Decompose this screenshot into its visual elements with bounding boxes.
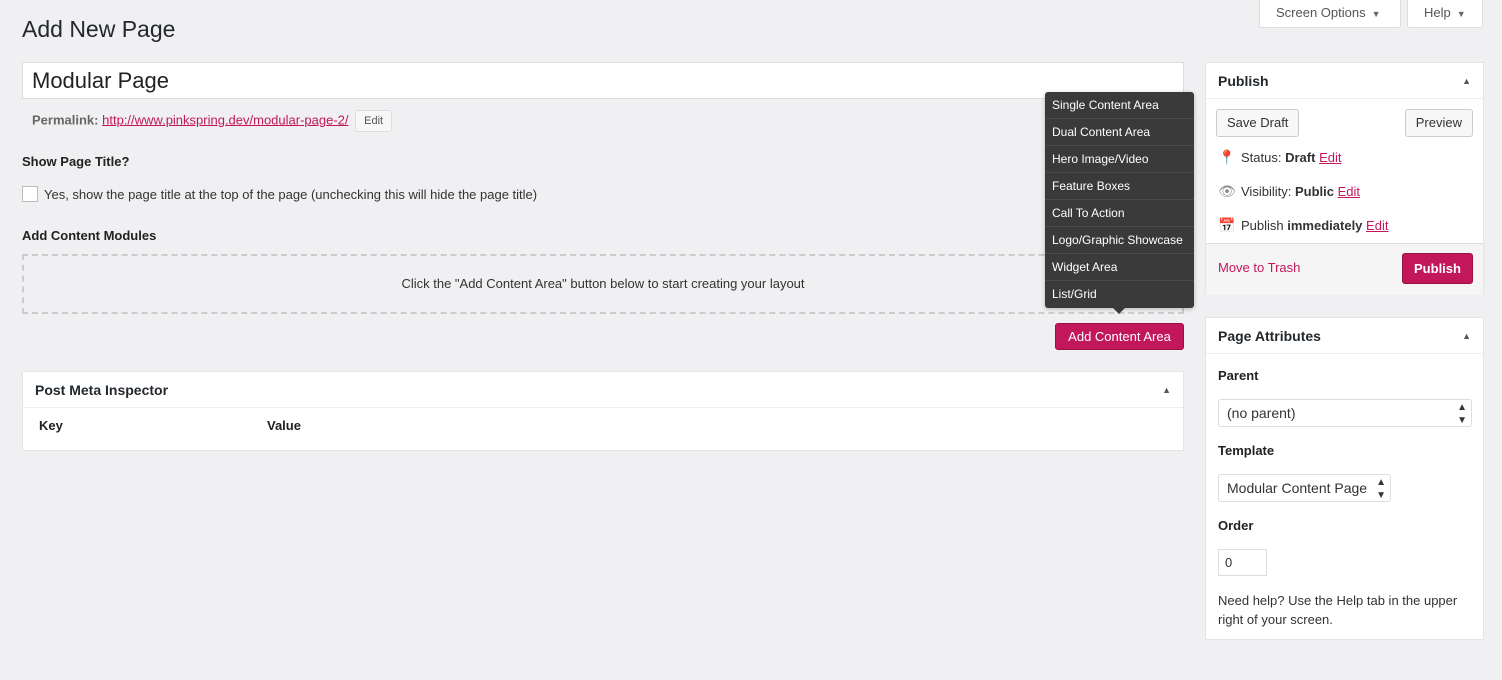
publish-title: Publish (1218, 73, 1269, 89)
order-label: Order (1218, 518, 1254, 533)
post-meta-inspector-box: Post Meta Inspector ▲ Key Value (22, 371, 1184, 451)
post-meta-inspector-title: Post Meta Inspector (35, 382, 169, 398)
collapse-toggle-icon[interactable]: ▲ (1162, 372, 1171, 408)
help-tab[interactable]: Help ▼ (1407, 0, 1483, 28)
status-value: Draft (1285, 150, 1316, 165)
publish-actions: Move to Trash Publish (1206, 243, 1483, 295)
visibility-label: Visibility: (1241, 184, 1292, 199)
calendar-icon: 📅 (1218, 217, 1236, 233)
schedule-label: Publish (1241, 218, 1284, 233)
menu-item-hero-image-video[interactable]: Hero Image/Video (1045, 146, 1194, 173)
help-label: Help (1424, 5, 1451, 20)
show-title-checkbox[interactable] (22, 186, 38, 202)
permalink-row: Permalink: http://www.pinkspring.dev/mod… (32, 110, 393, 132)
add-content-area-button[interactable]: Add Content Area (1055, 323, 1184, 350)
save-draft-button[interactable]: Save Draft (1216, 109, 1300, 137)
permalink-edit-button[interactable]: Edit (355, 110, 393, 132)
publish-box: Publish ▲ Save Draft Preview 📍 Status: D… (1205, 62, 1484, 295)
content-area-menu: Single Content Area Dual Content Area He… (1045, 92, 1194, 308)
meta-col-key: Key (39, 418, 63, 433)
parent-select-value: (no parent) (1227, 405, 1296, 421)
menu-pointer-arrow (1113, 308, 1125, 314)
show-title-row: Yes, show the page title at the top of t… (22, 186, 537, 202)
publish-button[interactable]: Publish (1402, 253, 1473, 284)
page-attributes-header[interactable]: Page Attributes ▲ (1206, 318, 1483, 354)
post-meta-inspector-header[interactable]: Post Meta Inspector ▲ (23, 372, 1183, 408)
pin-icon: 📍 (1218, 149, 1236, 165)
page-attributes-title: Page Attributes (1218, 328, 1321, 344)
menu-item-logo-graphic-showcase[interactable]: Logo/Graphic Showcase (1045, 227, 1194, 254)
menu-item-feature-boxes[interactable]: Feature Boxes (1045, 173, 1194, 200)
screen-options-tab[interactable]: Screen Options ▼ (1259, 0, 1401, 28)
status-edit-link[interactable]: Edit (1319, 150, 1341, 165)
select-arrows-icon: ▲ ▼ (1457, 402, 1467, 426)
menu-item-single-content-area[interactable]: Single Content Area (1045, 92, 1194, 119)
menu-item-dual-content-area[interactable]: Dual Content Area (1045, 119, 1194, 146)
visibility-value: Public (1294, 184, 1334, 199)
menu-item-call-to-action[interactable]: Call To Action (1045, 200, 1194, 227)
menu-item-widget-area[interactable]: Widget Area (1045, 254, 1194, 281)
template-select[interactable]: Modular Content Page ▲ ▼ (1218, 474, 1391, 502)
page-title: Add New Page (22, 16, 176, 42)
permalink-url[interactable]: http://www.pinkspring.dev/modular-page-2… (102, 112, 348, 127)
show-title-heading: Show Page Title? (22, 154, 130, 169)
status-row: 📍 Status: Draft Edit (1218, 149, 1341, 166)
schedule-value: immediately (1287, 218, 1363, 233)
schedule-row: 📅 Publish immediately Edit (1218, 217, 1388, 234)
collapse-toggle-icon[interactable]: ▲ (1462, 63, 1471, 99)
visibility-row: 👁 Visibility: Public Edit (1218, 183, 1360, 200)
collapse-toggle-icon[interactable]: ▲ (1462, 318, 1471, 354)
status-label: Status: (1241, 150, 1282, 165)
eye-icon: 👁 (1218, 183, 1236, 199)
template-label: Template (1218, 443, 1275, 458)
title-input[interactable]: Modular Page (22, 62, 1184, 99)
caret-down-icon: ▼ (1371, 9, 1381, 19)
order-input[interactable]: 0 (1218, 549, 1267, 576)
caret-down-icon: ▼ (1456, 9, 1466, 19)
select-arrows-icon: ▲ ▼ (1376, 477, 1386, 501)
modules-heading: Add Content Modules (22, 228, 157, 243)
meta-col-value: Value (267, 418, 301, 433)
modules-placeholder: Click the "Add Content Area" button belo… (401, 276, 805, 291)
modules-dropzone: Click the "Add Content Area" button belo… (22, 254, 1184, 314)
move-to-trash-link[interactable]: Move to Trash (1218, 260, 1300, 275)
screen-options-label: Screen Options (1276, 5, 1366, 20)
template-select-value: Modular Content Page (1227, 480, 1368, 496)
menu-item-list-grid[interactable]: List/Grid (1045, 281, 1194, 308)
visibility-edit-link[interactable]: Edit (1338, 184, 1360, 199)
permalink-label: Permalink: (32, 112, 99, 128)
schedule-edit-link[interactable]: Edit (1366, 218, 1388, 233)
preview-button[interactable]: Preview (1404, 109, 1473, 137)
parent-label: Parent (1218, 368, 1259, 383)
publish-header[interactable]: Publish ▲ (1206, 63, 1483, 99)
parent-select[interactable]: (no parent) ▲ ▼ (1218, 399, 1472, 427)
page-attributes-box: Page Attributes ▲ Parent (no parent) ▲ ▼ … (1205, 317, 1484, 640)
attributes-help-text: Need help? Use the Help tab in the upper… (1218, 593, 1458, 627)
show-title-checkbox-label[interactable]: Yes, show the page title at the top of t… (44, 187, 537, 202)
